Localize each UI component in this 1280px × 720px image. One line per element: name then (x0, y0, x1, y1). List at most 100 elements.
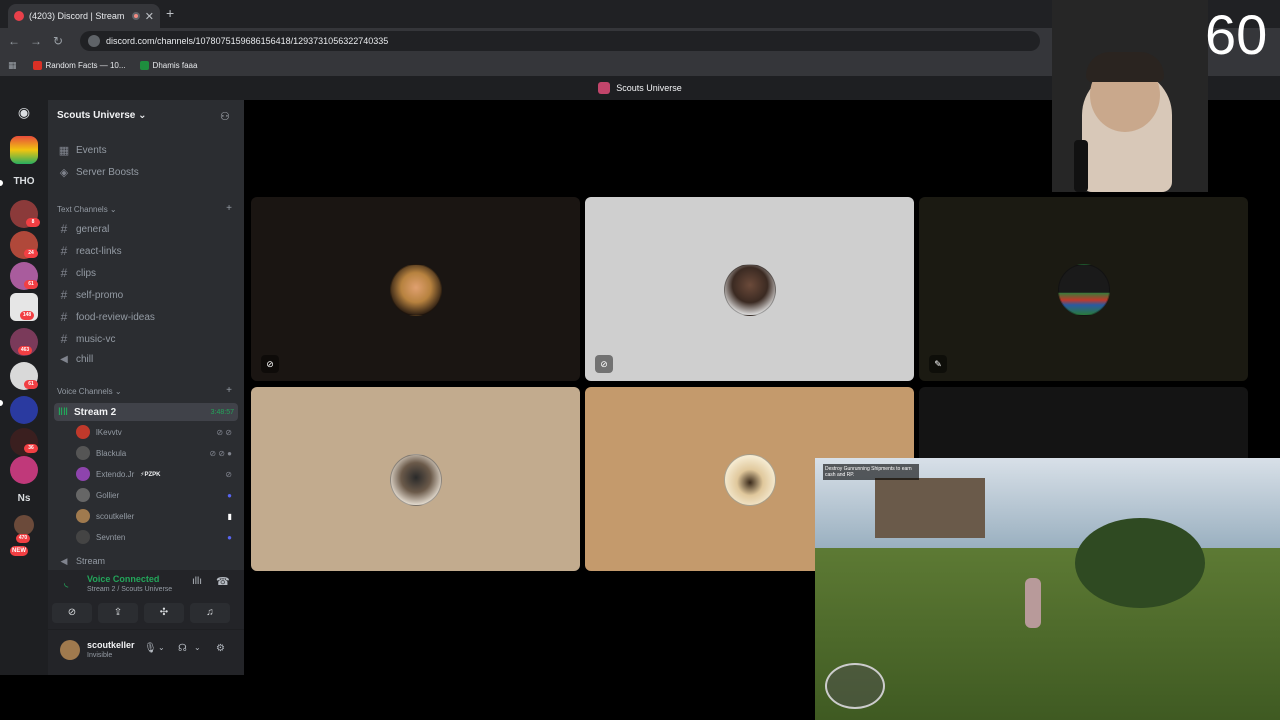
sidebar-item-events[interactable]: ▦ Events (58, 144, 107, 157)
sidebar-item-server-boosts[interactable]: ◈ Server Boosts (58, 166, 139, 179)
bookmark-label: Random Facts — 10... (45, 60, 126, 70)
forward-icon[interactable]: → (25, 34, 47, 48)
participant-tile[interactable]: ⊘ (251, 197, 580, 381)
server-icon[interactable] (10, 456, 38, 484)
voice-status: Voice Connected (87, 574, 160, 584)
voice-user[interactable]: scoutkeller ▮ (76, 507, 236, 525)
new-tab-button[interactable]: + (166, 5, 174, 21)
mention-badge: 470 (16, 534, 30, 543)
participant-tile[interactable]: ✎ (919, 197, 1248, 381)
apps-grid-icon[interactable]: ▦ (8, 60, 17, 71)
channel-chill[interactable]: ◀ chill (58, 354, 93, 365)
user-status: Invisible (87, 652, 113, 659)
url-input[interactable]: discord.com/channels/1078075159686156418… (80, 31, 1040, 51)
voice-user[interactable]: Extendo.Jr ⚡PZPK ⊘ (76, 465, 236, 483)
server-rail: ◉ THO 8 24 61 148 463 61 36 Ns 470 NEW (0, 100, 48, 675)
game-grass (815, 548, 1280, 720)
voice-user[interactable]: Sevnten ● (76, 528, 236, 546)
channel-food-review-ideas[interactable]: # food-review-ideas (58, 310, 155, 324)
hash-icon: # (60, 244, 68, 258)
voice-location[interactable]: Stream 2 / Scouts Universe (87, 586, 172, 593)
server-icon[interactable] (10, 136, 38, 164)
server-abbrev[interactable]: Ns (0, 493, 48, 504)
signal-icon[interactable]: ◟ (64, 576, 68, 589)
reload-icon[interactable]: ↻ (47, 34, 69, 48)
muted-icon: ⊘ (225, 469, 232, 479)
mention-badge: 148 (20, 311, 34, 320)
avatar[interactable] (60, 640, 80, 660)
channel-label: general (76, 223, 110, 235)
chevron-down-icon[interactable]: ⌄ (158, 643, 165, 652)
server-name-header[interactable]: Scouts Universe ⌄ (57, 110, 147, 121)
server-name: Scouts Universe (57, 110, 136, 121)
bookmark-label: Dhamis faaa (152, 60, 198, 70)
server-icon (598, 82, 611, 94)
channel-label: music-vc (76, 333, 116, 345)
invite-people-icon[interactable]: ⚇ (220, 110, 230, 123)
game-building (875, 478, 985, 538)
soundboard-button[interactable]: ♫ (190, 603, 230, 623)
category-text-channels[interactable]: Text Channels ⌄ (57, 205, 117, 214)
boost-icon: ◈ (59, 167, 69, 179)
voice-user[interactable]: Gollier ● (76, 486, 236, 504)
noise-suppression-icon[interactable]: ıllı (192, 576, 202, 587)
bookmark-item[interactable]: Random Facts — 10... (32, 60, 126, 70)
avatar (724, 454, 776, 506)
microphone-icon[interactable]: 🎙 (144, 643, 157, 654)
camera-off-icon: ⊘ (261, 355, 279, 373)
channel-stream[interactable]: ◀ Stream (58, 555, 105, 567)
add-channel-icon[interactable]: + (226, 203, 232, 214)
avatar (76, 509, 90, 523)
disconnect-icon[interactable]: ☎ (216, 575, 230, 588)
avatar (390, 264, 442, 316)
avatar (76, 467, 90, 481)
headphones-icon[interactable]: ☊ (178, 643, 187, 654)
discord-favicon-icon (14, 11, 24, 21)
chevron-down-icon[interactable]: ⌄ (194, 643, 201, 652)
streaming-icon: ▮ (227, 511, 232, 521)
mention-badge: 61 (24, 280, 38, 289)
game-bush (1075, 518, 1205, 608)
game-minimap (825, 663, 885, 709)
game-hud-message: Destroy Gunrunning Shipments to earn cas… (823, 464, 919, 480)
avatar (76, 530, 90, 544)
discord-home-icon[interactable]: ◉ (10, 104, 38, 126)
channel-general[interactable]: # general (58, 222, 110, 236)
channel-clips[interactable]: # clips (58, 266, 96, 280)
bookmark-favicon-icon (32, 60, 42, 70)
participant-tile[interactable] (251, 387, 580, 571)
server-icon[interactable] (10, 396, 38, 424)
mention-badge: 36 (24, 444, 38, 453)
server-abbrev[interactable]: THO (0, 176, 48, 187)
voice-user[interactable]: Blackula ⊘ ⊘ ● (76, 444, 236, 462)
camera-off-icon: ⊘ (595, 355, 613, 373)
back-icon[interactable]: ← (3, 34, 25, 48)
channel-self-promo[interactable]: # self-promo (58, 288, 124, 302)
calendar-icon: ▦ (58, 145, 70, 157)
category-voice-channels[interactable]: Voice Channels ⌄ (57, 387, 122, 396)
browser-tab[interactable]: (4203) Discord | Stream 2 | Scouts Unive… (8, 4, 160, 28)
site-info-icon[interactable] (88, 35, 100, 47)
participant-tile[interactable]: ⊘ (585, 197, 914, 381)
user-name: scoutkeller (87, 640, 135, 650)
activity-icon: ● (227, 490, 232, 500)
game-capture-overlay: Destroy Gunrunning Shipments to earn cas… (815, 458, 1280, 720)
activities-button[interactable]: ✣ (144, 603, 184, 623)
add-channel-icon[interactable]: + (226, 385, 232, 396)
bookmark-favicon-icon (139, 60, 149, 70)
voice-channel-stream-2[interactable]: ‖‖ Stream 2 3:48:57 (54, 403, 238, 421)
screen-share-button[interactable]: ⇪ (98, 603, 138, 623)
channel-music-vc[interactable]: # music-vc (58, 332, 116, 346)
avatar (390, 454, 442, 506)
channel-react-links[interactable]: # react-links (58, 244, 122, 258)
bookmark-item[interactable]: Dhamis faaa (139, 60, 198, 70)
settings-gear-icon[interactable]: ⚙ (216, 643, 225, 654)
close-tab-icon[interactable]: ✕ (145, 10, 154, 23)
camera-toggle-button[interactable]: ⊘ (52, 603, 92, 623)
recording-indicator-icon (131, 12, 140, 20)
sidebar-item-label: Events (76, 145, 107, 156)
server-icon[interactable] (14, 515, 34, 535)
user-panel: scoutkeller Invisible 🎙 ⌄ ☊ ⌄ ⚙ (48, 630, 244, 675)
voice-user[interactable]: lKevvtv ⊘ ⊘ (76, 423, 236, 441)
mention-badge: 8 (26, 218, 40, 227)
